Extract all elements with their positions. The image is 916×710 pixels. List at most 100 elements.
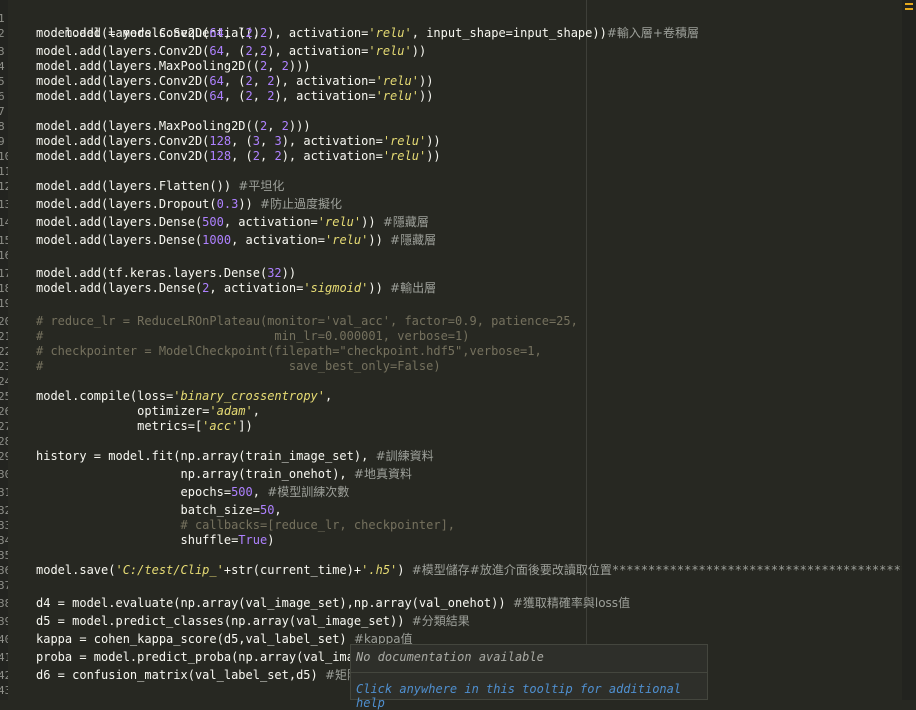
code-text: , activation= <box>209 281 304 295</box>
line-number: 17 <box>0 267 8 280</box>
number-literal: 3 <box>252 134 260 148</box>
code-text: )) <box>426 149 441 163</box>
code-line[interactable]: model.add(layers.Dropout(0.3)) #防止過度擬化 <box>36 197 342 212</box>
code-line[interactable]: model.add(layers.MaxPooling2D((2, 2))) <box>36 59 311 74</box>
code-line[interactable]: model.add(layers.MaxPooling2D((2, 2))) <box>36 119 311 134</box>
code-comment: # callbacks=[reduce_lr, checkpointer], <box>36 518 456 532</box>
string-literal: 'relu' <box>382 134 427 148</box>
code-line[interactable]: model = models.Sequential() <box>36 11 260 40</box>
line-number: 39 <box>0 615 8 628</box>
code-text: kappa = cohen_kappa_score(d5,val_label_s… <box>36 632 354 646</box>
tooltip-help-link[interactable]: Click anywhere in this tooltip for addit… <box>356 682 707 710</box>
line-number: 3 <box>0 45 5 58</box>
number-literal: 64 <box>209 74 224 88</box>
code-line[interactable]: model.add(layers.Conv2D(128, (2, 2), act… <box>36 149 441 164</box>
code-line[interactable]: optimizer='adam', <box>36 404 260 419</box>
number-literal: 2 <box>245 89 253 103</box>
code-line[interactable]: model.add(layers.Conv2D(128, (3, 3), act… <box>36 134 441 149</box>
number-literal: 2 <box>281 59 289 73</box>
line-number: 24 <box>0 375 8 388</box>
code-text: epochs= <box>36 485 232 499</box>
code-line[interactable]: model.save('C:/test/Clip_'+str(current_t… <box>36 563 916 578</box>
code-line[interactable]: model.add(layers.Dense(1000, activation=… <box>36 233 436 248</box>
line-number: 2 <box>0 27 5 40</box>
code-line[interactable]: model.add(layers.Flatten()) #平坦化 <box>36 179 284 194</box>
code-text: , <box>252 485 268 499</box>
documentation-tooltip[interactable]: No documentation available Click anywher… <box>350 644 708 710</box>
number-literal: 64 <box>209 26 224 40</box>
code-text: model.add(layers.MaxPooling2D(( <box>36 119 260 133</box>
number-literal: 2 <box>245 26 253 40</box>
code-text: ), activation= <box>274 89 376 103</box>
code-line[interactable]: # callbacks=[reduce_lr, checkpointer], <box>36 518 455 533</box>
code-editor[interactable]: model = models.Sequential() model.add(la… <box>36 0 916 700</box>
string-literal: 'sigmoid' <box>303 281 369 295</box>
line-number: 35 <box>0 549 8 562</box>
code-text: history = model.fit(np.array(train_image… <box>36 449 376 463</box>
code-text: model.add(layers.Conv2D( <box>36 149 210 163</box>
line-number-gutter: 1 2 3 4 5 6 7 8 9 10 11 12 13 14 15 16 17 18 19 20 21 22 23 24 2… <box>0 0 8 700</box>
code-text: +str(current_time)+ <box>223 563 362 577</box>
code-text: , <box>325 389 333 403</box>
scrollbar[interactable] <box>902 0 916 700</box>
code-text: , activation= <box>223 215 318 229</box>
line-number: 29 <box>0 450 8 463</box>
line-number: 31 <box>0 486 8 499</box>
code-comment: #平坦化 <box>238 179 285 193</box>
string-literal: 'relu' <box>368 44 412 58</box>
code-line[interactable]: # min_lr=0.000001, verbose=1) <box>36 329 469 344</box>
code-line[interactable]: shuffle=True) <box>36 533 274 548</box>
code-line[interactable]: d6 = confusion_matrix(val_label_set,d5) … <box>36 668 359 683</box>
code-text: , <box>267 119 282 133</box>
code-text: , ( <box>223 44 246 58</box>
code-comment: # save_best_only=False) <box>36 359 441 373</box>
code-text: ), activation= <box>281 149 383 163</box>
code-comment: #隱藏層 <box>390 233 437 247</box>
code-text: model.add(layers.Dense( <box>36 215 203 229</box>
line-number: 18 <box>0 282 8 295</box>
code-line[interactable]: # checkpointer = ModelCheckpoint(filepat… <box>36 344 542 359</box>
code-text: d6 = confusion_matrix(val_label_set,d5) <box>36 668 325 682</box>
code-text: ]) <box>238 419 253 433</box>
code-line[interactable]: model.add(tf.keras.layers.Dense(32)) <box>36 266 296 281</box>
code-text: )) <box>418 74 434 88</box>
line-number: 5 <box>0 75 5 88</box>
code-line[interactable]: np.array(train_onehot), #地真資料 <box>36 467 411 482</box>
code-text: , <box>260 149 275 163</box>
code-line[interactable]: d5 = model.predict_classes(np.array(val_… <box>36 614 470 629</box>
string-literal: 'relu' <box>382 149 427 163</box>
code-text: , <box>252 44 260 58</box>
code-text: , ( <box>223 89 246 103</box>
code-line[interactable]: proba = model.predict_proba(np.array(val… <box>36 650 361 665</box>
code-text: metrics=[ <box>36 419 203 433</box>
code-text: model.add(layers.Dense( <box>36 281 203 295</box>
code-line[interactable]: metrics=['acc']) <box>36 419 253 434</box>
string-literal: '.h5' <box>361 563 398 577</box>
code-line[interactable]: model.compile(loss='binary_crossentropy'… <box>36 389 332 404</box>
code-line[interactable]: model.add(layers.Conv2D(64, (2,2), activ… <box>36 26 699 41</box>
code-line[interactable]: # save_best_only=False) <box>36 359 441 374</box>
line-number: 10 <box>0 150 8 163</box>
code-text: )) <box>426 134 441 148</box>
number-literal: 128 <box>209 149 232 163</box>
code-line[interactable]: epochs=500, #模型訓練次數 <box>36 485 349 500</box>
code-text: model.add(layers.Conv2D( <box>36 89 210 103</box>
code-line[interactable]: model.add(layers.Dense(2, activation='si… <box>36 281 436 296</box>
line-number: 30 <box>0 468 8 481</box>
code-text: model.add(layers.Conv2D( <box>36 134 210 148</box>
code-line[interactable]: d4 = model.evaluate(np.array(val_image_s… <box>36 596 630 611</box>
line-number: 37 <box>0 579 8 592</box>
code-line[interactable]: model.add(layers.Conv2D(64, (2, 2), acti… <box>36 74 433 89</box>
code-line[interactable]: # reduce_lr = ReduceLROnPlateau(monitor=… <box>36 314 578 329</box>
line-number: 7 <box>0 105 5 118</box>
code-line[interactable]: history = model.fit(np.array(train_image… <box>36 449 434 464</box>
number-literal: 64 <box>209 44 224 58</box>
number-literal: 1000 <box>202 233 232 247</box>
scroll-marker <box>905 8 913 10</box>
code-line[interactable]: model.add(layers.Conv2D(64, (2,2), activ… <box>36 44 426 59</box>
code-line[interactable]: batch_size=50, <box>36 503 281 518</box>
code-line[interactable]: model.add(layers.Dense(500, activation='… <box>36 215 429 230</box>
line-number: 26 <box>0 405 8 418</box>
code-line[interactable]: model.add(layers.Conv2D(64, (2, 2), acti… <box>36 89 433 104</box>
tooltip-doc-text: No documentation available <box>356 650 544 664</box>
